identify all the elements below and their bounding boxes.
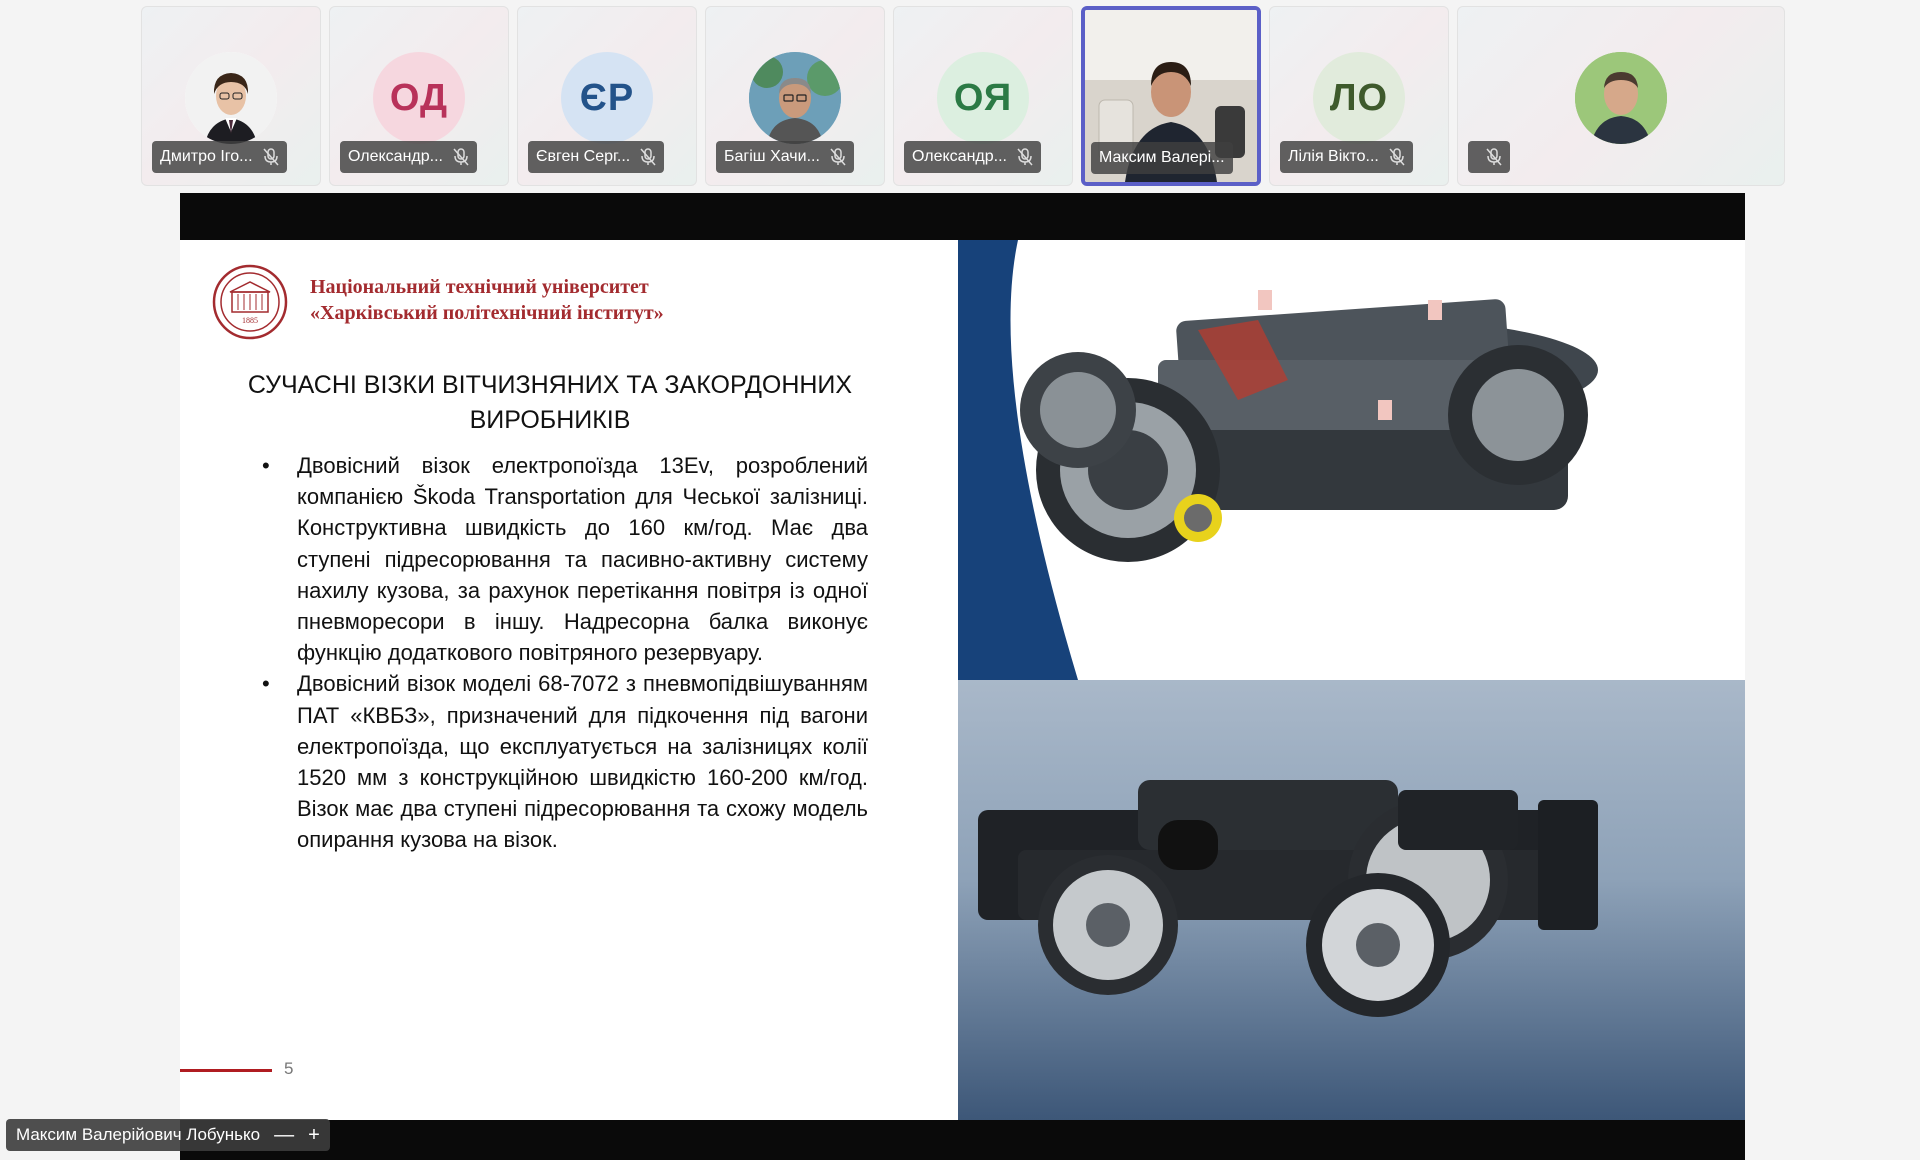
- avatar-initials: ЄР: [561, 52, 653, 144]
- slide-title-line2: ВИРОБНИКІВ: [469, 406, 631, 434]
- participant-name-tag: Лілія Вікто...: [1280, 141, 1413, 173]
- presenter-name-tag: Максим Валерійович Лобунько — +: [6, 1119, 330, 1151]
- shared-screen: 1885 Національний технічний університет …: [180, 193, 1745, 1160]
- participant-name: Євген Серг...: [536, 148, 631, 165]
- avatar: [1575, 52, 1667, 144]
- mic-off-icon: [640, 148, 656, 166]
- mic-off-icon: [453, 148, 469, 166]
- university-name-line1: Національний технічний університет: [310, 276, 649, 298]
- participant-tile-active-speaker[interactable]: Максим Валері...: [1081, 6, 1261, 186]
- university-name: Національний технічний університет «Харк…: [310, 274, 664, 326]
- participant-tile[interactable]: ОД Олександр...: [329, 6, 509, 186]
- avatar-initials: ОД: [373, 52, 465, 144]
- participant-strip: Дмитро Іго... ОД Олександр... ЄР Євген С…: [0, 0, 1920, 190]
- avatar-initials: ЛО: [1313, 52, 1405, 144]
- participant-name: Олександр...: [912, 148, 1007, 165]
- participant-name: Максим Валері...: [1099, 149, 1225, 166]
- participant-tile[interactable]: [1457, 6, 1785, 186]
- university-name-line2: «Харківський політехнічний інститут»: [310, 302, 664, 324]
- bogie-image-kvbz: [958, 680, 1745, 1120]
- minimize-button[interactable]: —: [274, 1125, 294, 1145]
- participant-tile[interactable]: ОЯ Олександр...: [893, 6, 1073, 186]
- slide-text-pane: 1885 Національний технічний університет …: [180, 240, 958, 1120]
- slide-title-line1: СУЧАСНІ ВІЗКИ ВІТЧИЗНЯНИХ ТА ЗАКОРДОННИХ: [247, 371, 853, 399]
- participant-name: Багіш Хачи...: [724, 148, 820, 165]
- bullet-item: • Двовісний візок електропоїзда 13Ev, ро…: [262, 450, 868, 668]
- participant-tile[interactable]: ЄР Євген Серг...: [517, 6, 697, 186]
- participant-name: Олександр...: [348, 148, 443, 165]
- bullet-text: Двовісний візок електропоїзда 13Ev, розр…: [297, 453, 868, 666]
- bullet-list: • Двовісний візок електропоїзда 13Ev, ро…: [262, 450, 868, 856]
- participant-name-tag: Олександр...: [904, 141, 1041, 173]
- participant-tile[interactable]: Дмитро Іго...: [141, 6, 321, 186]
- participant-name-tag: Євген Серг...: [528, 141, 665, 173]
- slide-page-number: 5: [284, 1059, 294, 1078]
- participant-name-tag: Багіш Хачи...: [716, 141, 854, 173]
- participant-name-tag: [1468, 141, 1510, 173]
- mic-off-icon: [830, 148, 846, 166]
- avatar-initials: ОЯ: [937, 52, 1029, 144]
- avatar: [185, 52, 277, 144]
- bogie-image-skoda: [958, 240, 1745, 680]
- bullet-item: • Двовісний візок моделі 68-7072 з пневм…: [262, 668, 868, 855]
- university-logo: 1885: [212, 264, 288, 340]
- presenter-bar: Максим Валерійович Лобунько — +: [0, 1115, 1920, 1160]
- bullet-dot: •: [262, 671, 270, 697]
- presentation-slide: 1885 Національний технічний університет …: [180, 240, 1745, 1120]
- avatar: [749, 52, 841, 144]
- participant-name-tag: Дмитро Іго...: [152, 141, 287, 173]
- bullet-dot: •: [262, 453, 270, 478]
- presenter-name: Максим Валерійович Лобунько: [16, 1125, 261, 1144]
- participant-name: Лілія Вікто...: [1288, 148, 1379, 165]
- participant-name: Дмитро Іго...: [160, 148, 253, 165]
- mic-off-icon: [262, 148, 279, 166]
- participant-name-tag: Максим Валері...: [1091, 142, 1233, 174]
- expand-button[interactable]: +: [308, 1125, 320, 1145]
- slide-title: СУЧАСНІ ВІЗКИ ВІТЧИЗНЯНИХ ТА ЗАКОРДОННИХ…: [240, 368, 860, 438]
- logo-year: 1885: [242, 316, 258, 325]
- participant-name-tag: Олександр...: [340, 141, 477, 173]
- bullet-text: Двовісний візок моделі 68-7072 з пневмоп…: [297, 671, 868, 853]
- mic-off-icon: [1389, 148, 1405, 166]
- participant-tile[interactable]: Багіш Хачи...: [705, 6, 885, 186]
- mic-off-icon: [1017, 148, 1033, 166]
- mic-off-icon: [1486, 148, 1502, 166]
- participant-tile[interactable]: ЛО Лілія Вікто...: [1269, 6, 1449, 186]
- page-accent-line: [180, 1069, 272, 1072]
